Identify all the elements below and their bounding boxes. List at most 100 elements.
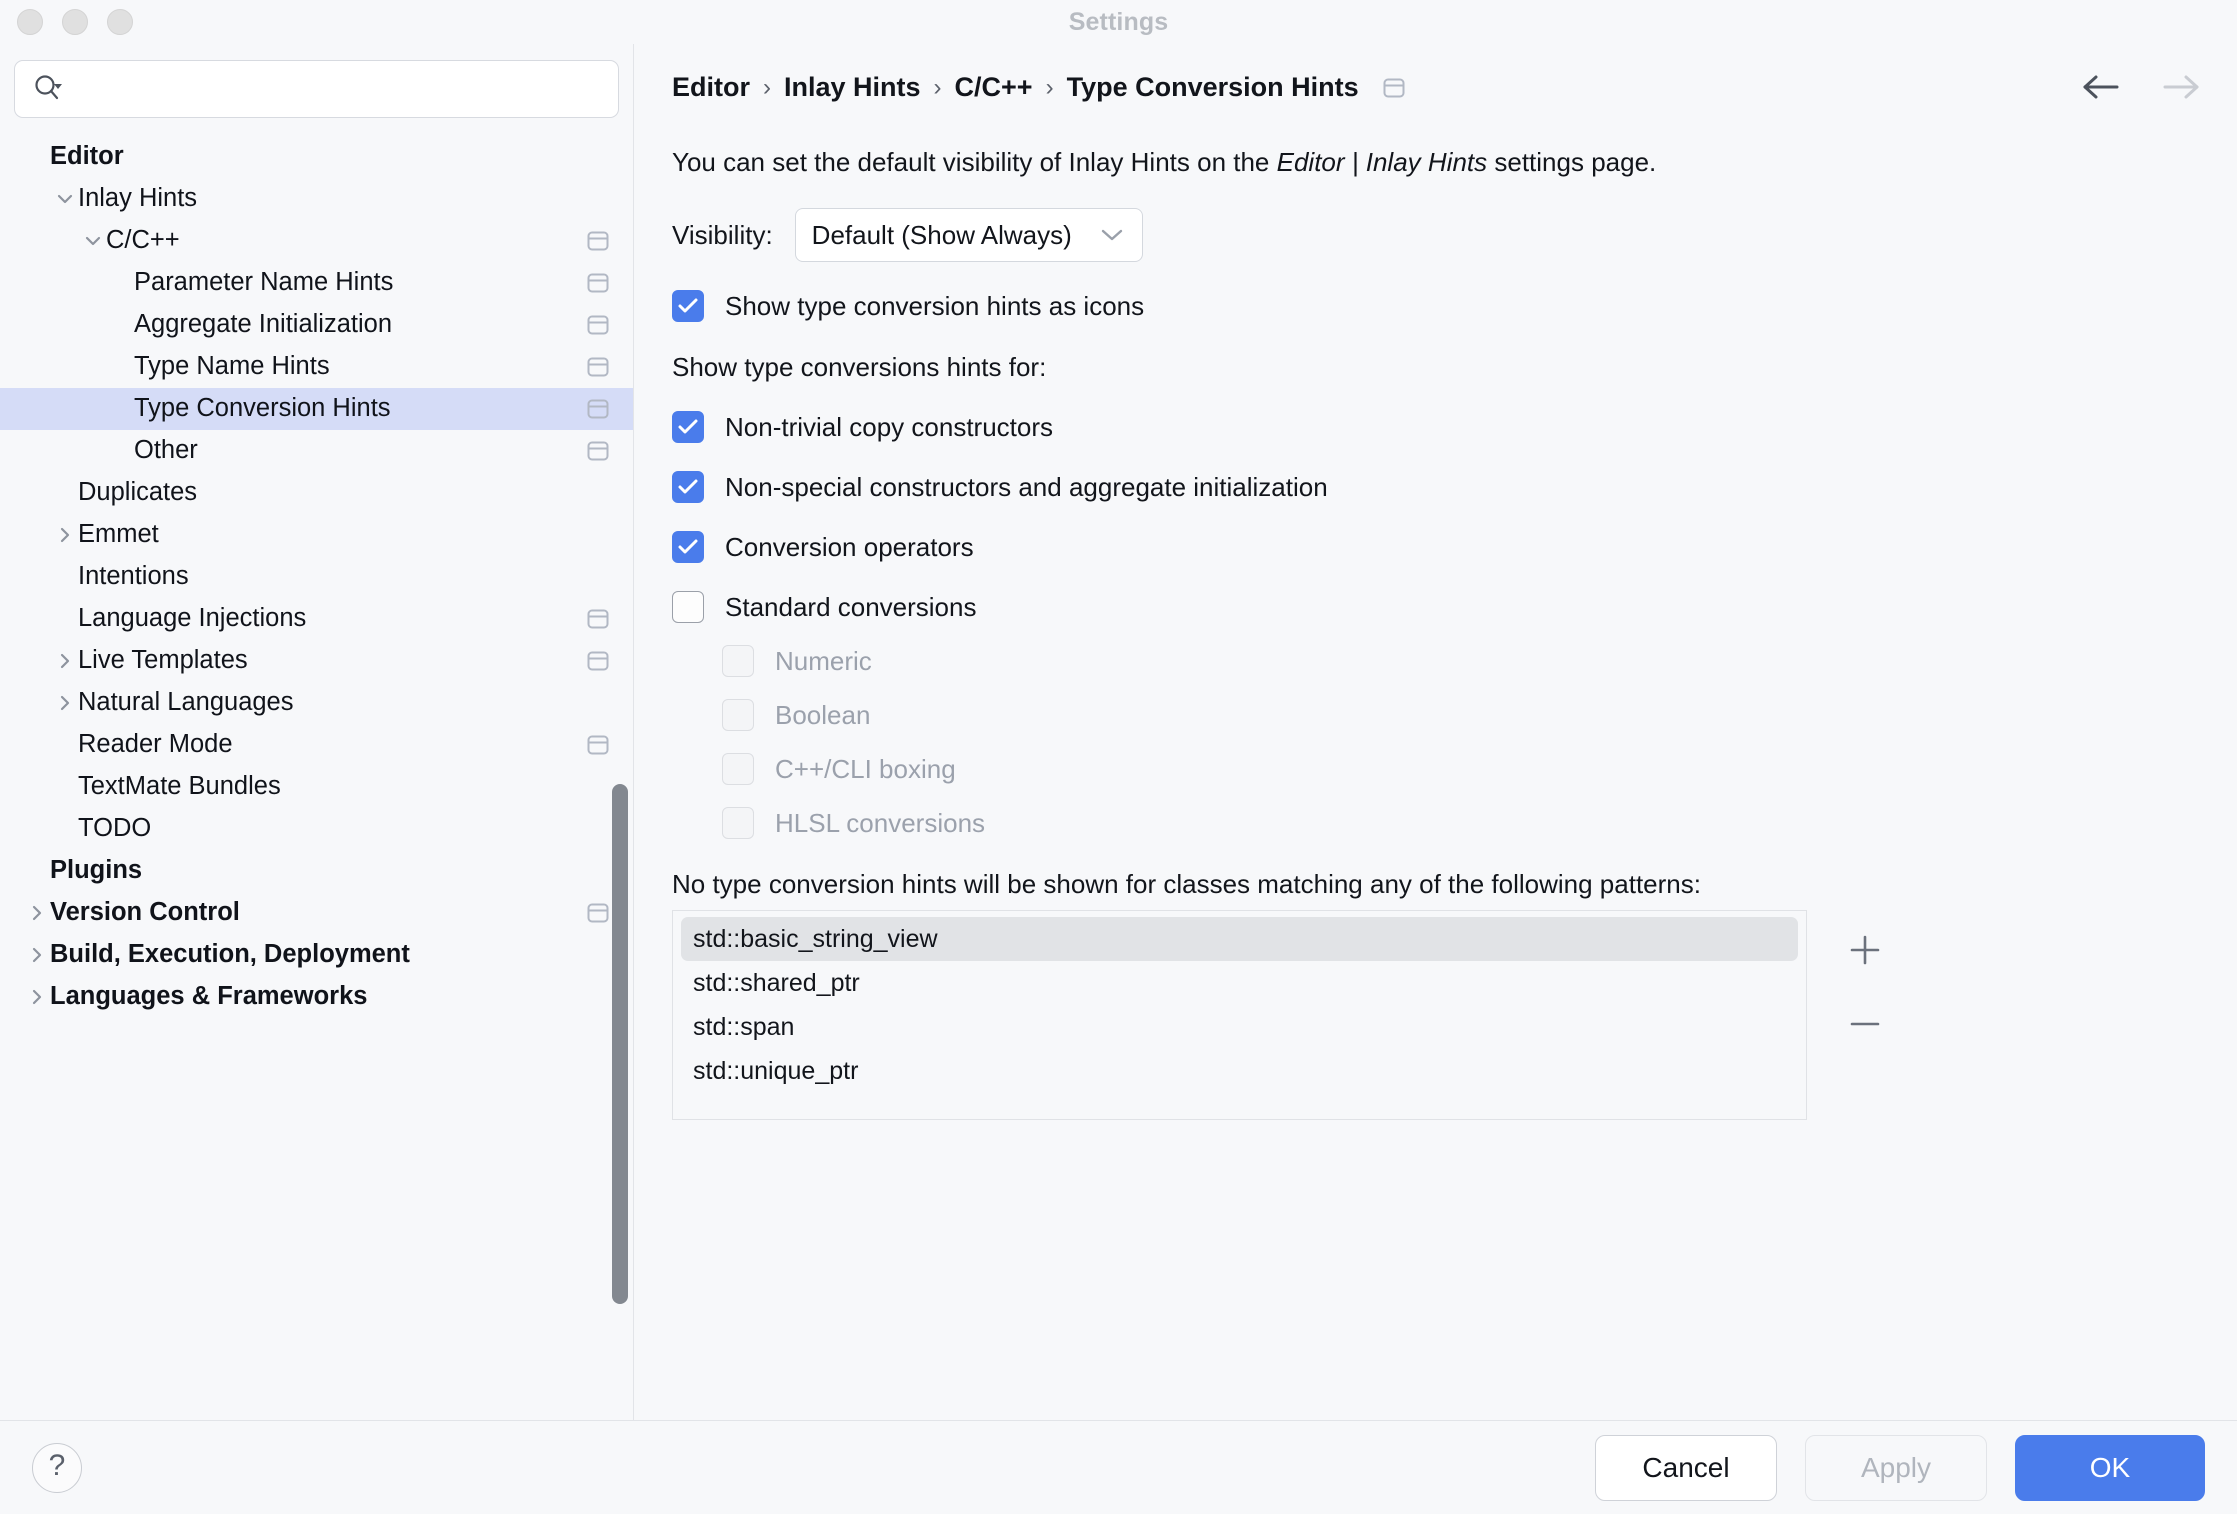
sidebar-item-natural-languages[interactable]: Natural Languages [0,682,633,724]
tree-spacer [52,816,78,842]
add-pattern-button[interactable] [1843,928,1887,972]
settings-content: You can set the default visibility of In… [634,147,2237,1120]
sidebar-item-inlay-hints[interactable]: Inlay Hints [0,178,633,220]
intro-emphasis: Editor | Inlay Hints [1277,147,1488,177]
tree-spacer [108,354,134,380]
search-input[interactable] [71,75,602,104]
sidebar-item-type-name-hints[interactable]: Type Name Hints [0,346,633,388]
arrow-left-icon[interactable] [2079,72,2123,102]
chevron-right-icon[interactable] [52,648,78,674]
title-bar: Settings [0,0,2237,44]
chevron-down-icon[interactable] [52,186,78,212]
checkbox-non-special-constructors-and-aggregate-initialization[interactable] [672,471,704,503]
settings-page-icon [585,733,611,757]
chevron-down-icon [1100,228,1124,242]
settings-page-icon [585,649,611,673]
breadcrumb-separator: › [934,74,942,102]
settings-window: Settings EditorInlay HintsC/C++Paramete [0,0,2237,1514]
sidebar-item-other[interactable]: Other [0,430,633,472]
chevron-right-icon[interactable] [24,900,50,926]
checkbox-row-numeric: Numeric [722,645,2199,677]
visibility-select[interactable]: Default (Show Always) [795,208,1143,262]
sidebar-item-todo[interactable]: TODO [0,808,633,850]
sidebar-scrollbar[interactable] [612,784,628,1304]
search-container [0,44,633,128]
sidebar-item-parameter-name-hints[interactable]: Parameter Name Hints [0,262,633,304]
settings-page-icon [1381,76,1407,100]
sidebar-item-emmet[interactable]: Emmet [0,514,633,556]
checkbox-hlsl-conversions [722,807,754,839]
search-box[interactable] [14,60,619,118]
tree-spacer [52,774,78,800]
checkbox-label: C++/CLI boxing [775,754,956,785]
sidebar-item-label: TODO [78,816,151,842]
chevron-down-icon[interactable] [80,228,106,254]
checkbox-row-boolean: Boolean [722,699,2199,731]
help-button[interactable]: ? [32,1443,82,1493]
breadcrumb-item-0[interactable]: Editor [672,72,750,103]
checkbox-label: Boolean [775,700,870,731]
sidebar-item-language-injections[interactable]: Language Injections [0,598,633,640]
sidebar-item-languages-frameworks[interactable]: Languages & Frameworks [0,976,633,1018]
pattern-list-item[interactable]: std::unique_ptr [681,1049,1798,1093]
checkbox-row-non-special-constructors-and-aggregate-initialization[interactable]: Non-special constructors and aggregate i… [672,471,2199,503]
show-as-icons-row[interactable]: Show type conversion hints as icons [672,290,2199,322]
tree-spacer [108,312,134,338]
ok-button[interactable]: OK [2015,1435,2205,1501]
sidebar-item-aggregate-initialization[interactable]: Aggregate Initialization [0,304,633,346]
checkbox-row-non-trivial-copy-constructors[interactable]: Non-trivial copy constructors [672,411,2199,443]
chevron-right-icon[interactable] [52,522,78,548]
sidebar-item-reader-mode[interactable]: Reader Mode [0,724,633,766]
visibility-row: Visibility: Default (Show Always) [672,208,2199,262]
cancel-button[interactable]: Cancel [1595,1435,1777,1501]
tree-spacer [108,396,134,422]
sidebar-item-live-templates[interactable]: Live Templates [0,640,633,682]
remove-pattern-button[interactable] [1843,1002,1887,1046]
sidebar-item-type-conversion-hints[interactable]: Type Conversion Hints [0,388,633,430]
tree-spacer [52,564,78,590]
sidebar-scrollbar-thumb[interactable] [612,784,628,1304]
checkbox-row-standard-conversions[interactable]: Standard conversions [672,591,2199,623]
settings-page-icon [585,397,611,421]
chevron-right-icon[interactable] [24,984,50,1010]
checkbox-conversion-operators[interactable] [672,531,704,563]
patterns-title: No type conversion hints will be shown f… [672,869,2199,900]
show-as-icons-label: Show type conversion hints as icons [725,291,1144,322]
checkbox-row-conversion-operators[interactable]: Conversion operators [672,531,2199,563]
patterns-list[interactable]: std::basic_string_viewstd::shared_ptrstd… [672,910,1807,1120]
sidebar-item-version-control[interactable]: Version Control [0,892,633,934]
settings-sidebar: EditorInlay HintsC/C++ Parameter Name Hin… [0,44,634,1420]
settings-tree[interactable]: EditorInlay HintsC/C++ Parameter Name Hin… [0,128,633,1420]
chevron-right-icon[interactable] [24,942,50,968]
sidebar-item-label: Reader Mode [78,732,233,758]
pattern-list-item[interactable]: std::span [681,1005,1798,1049]
footer-actions: Cancel Apply OK [1595,1435,2205,1501]
apply-button[interactable]: Apply [1805,1435,1987,1501]
sidebar-item-intentions[interactable]: Intentions [0,556,633,598]
checkbox-non-trivial-copy-constructors[interactable] [672,411,704,443]
pattern-list-item[interactable]: std::shared_ptr [681,961,1798,1005]
breadcrumb-item-2[interactable]: C/C++ [955,72,1033,103]
settings-page-icon [585,607,611,631]
checkbox-standard-conversions[interactable] [672,591,704,623]
sidebar-item-textmate-bundles[interactable]: TextMate Bundles [0,766,633,808]
sidebar-item-editor[interactable]: Editor [0,136,633,178]
checkbox-label: Non-trivial copy constructors [725,412,1053,443]
sidebar-item-label: Version Control [50,900,240,926]
breadcrumb-item-1[interactable]: Inlay Hints [784,72,921,103]
tree-spacer [108,438,134,464]
checkbox-boolean [722,699,754,731]
sidebar-item-c-c[interactable]: C/C++ [0,220,633,262]
sidebar-item-build-execution-deployment[interactable]: Build, Execution, Deployment [0,934,633,976]
sidebar-item-duplicates[interactable]: Duplicates [0,472,633,514]
tree-spacer [24,858,50,884]
sidebar-item-plugins[interactable]: Plugins [0,850,633,892]
history-navigation [2079,72,2203,102]
sidebar-item-label: Emmet [78,522,159,548]
chevron-right-icon[interactable] [52,690,78,716]
pattern-list-item[interactable]: std::basic_string_view [681,917,1798,961]
show-as-icons-checkbox[interactable] [672,290,704,322]
sidebar-item-label: Duplicates [78,480,197,506]
sidebar-item-label: Parameter Name Hints [134,270,393,296]
conversion-options-group: Non-trivial copy constructors Non-special… [672,411,2199,839]
